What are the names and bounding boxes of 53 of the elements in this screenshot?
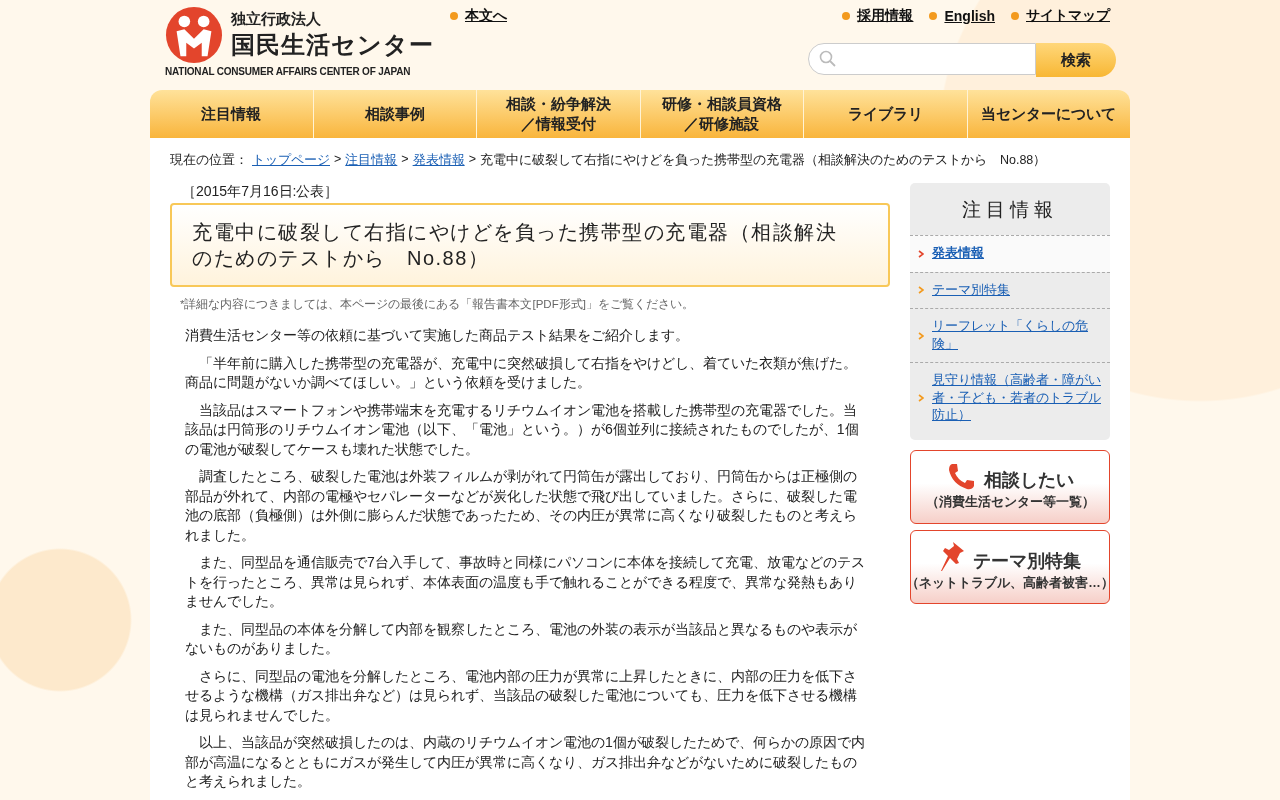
search-field[interactable] (808, 43, 1036, 75)
banner-button[interactable]: 相談したい （消費生活センター等一覧） (910, 449, 1110, 524)
skip-link[interactable]: 本文へ (465, 7, 507, 25)
chevron-icon (918, 331, 924, 340)
article-title: 充電中に破裂して右指にやけどを負った携帯型の充電器（相談解決のためのテストから No.88） (170, 203, 890, 287)
organization-english-name: NATIONAL CONSUMER AFFAIRS CENTER OF JAPAN (165, 66, 411, 77)
utility-link[interactable]: サイトマップ (1026, 7, 1110, 25)
nav-tab[interactable]: 注目情報 (150, 90, 313, 138)
paragraph: 以上、当該品が突然破損したのは、内蔵のリチウムイオン電池の1個が破裂したためで、何らかの原因で内部が高温になるとともにガスが発生して内圧が異常に高くなり、ガス排出弁などがないために破裂したものと考えられました。 (185, 733, 866, 791)
bullet-icon (1011, 12, 1019, 20)
nav-tab[interactable]: 相談・紛争解決 ／情報受付 (476, 90, 640, 138)
paragraph: 消費生活センター等の依頼に基づいて実施した商品テスト結果をご紹介します。 (185, 326, 690, 345)
organization-name: 国民生活センター (231, 29, 434, 60)
paragraph: また、同型品の本体を分解して内部を観察したところ、電池の外装の表示が当該品と異なるものや表示がないものがありました。 (185, 619, 858, 658)
publish-date: ［2015年7月16日:公表］ (181, 183, 340, 201)
paragraph: 調査したところ、破裂した電池は外装フィルムが剥がれて円筒缶が露出しており、円筒缶からは正極側の部品が外れて、内部の電極やセパレーターなどが炭化した状態で飛び出していました。さらに、破裂した電池の底部（負極側）は外側に膨らんだ状態であったため、その内圧が異常に高くなり破裂したものと考えられました。 (185, 467, 858, 545)
chevron-icon (918, 394, 924, 403)
breadcrumb-separator: > (401, 152, 409, 168)
sidebar-link[interactable]: 見守り情報（高齢者・障がい者・子ども・若者のトラブル防止） (932, 372, 1102, 425)
nav-tab[interactable]: ライブラリ (803, 90, 967, 138)
note-text: *詳細な内容につきましては、本ページの最後にある「報告書本文[PDF形式]」をご覧ください。 (180, 297, 695, 312)
sidebar-link[interactable]: 発表情報 (932, 245, 984, 263)
sidebar-heading: 注目情報 (961, 198, 1059, 222)
pushpin-icon (939, 541, 965, 573)
banner-button[interactable]: テーマ別特集 （ネットトラブル、高齢者被害…） (910, 529, 1110, 604)
nav-tab[interactable]: 当センターについて (966, 90, 1130, 138)
organization-type: 独立行政法人 (231, 9, 322, 29)
paragraph: 当該品はスマートフォンや携帯端末を充電するリチウムイオン電池を搭載した携帯型の充電器でした。当該品は円筒形のリチウムイオン電池（以下、「電池」という。）が6個並列に接続されたものでしたが、1個の電池が破裂してケースも壊れた状態でした。 (185, 400, 860, 459)
chevron-icon (918, 249, 924, 258)
phone-icon (946, 462, 976, 492)
paragraph: 「半年前に購入した携帯型の充電器が、充電中に突然破損して右指をやけどし、着ていた衣類が焦げた。商品に問題がないか調べてほしい。」という依頼を受けました。 (185, 353, 858, 392)
breadcrumb-link[interactable]: トップページ (252, 152, 330, 169)
search-button[interactable]: 検索 (1036, 43, 1116, 77)
bullet-icon (842, 12, 851, 20)
sidebar-link[interactable]: リーフレット「くらしの危険」 (932, 318, 1102, 353)
search-icon (819, 50, 837, 68)
utility-link[interactable]: 採用情報 (857, 7, 914, 25)
breadcrumb-current: 充電中に破裂して右指にやけどを負った携帯型の充電器（相談解決のためのテストから No.88） (479, 152, 1047, 169)
breadcrumb-separator: > (468, 152, 476, 168)
chevron-icon (918, 286, 924, 295)
paragraph: また、同型品を通信販売で7台入手して、事故時と同様にパソコンに本体を接続して充電、放電などのテストを行ったところ、異常は見られず、本体表面の温度も手で触れることができる程度で、異常な発熱もありませんでした。 (185, 553, 866, 611)
nav-tab[interactable]: 研修・相談員資格 ／研修施設 (639, 90, 803, 138)
breadcrumb-link[interactable]: 注目情報 (345, 152, 398, 169)
breadcrumb-separator: > (334, 152, 342, 168)
logo-icon (165, 6, 223, 64)
breadcrumb-label: 現在の位置： (170, 152, 248, 169)
nav-tab[interactable]: 相談事例 (312, 90, 476, 138)
bullet-icon (929, 12, 938, 20)
utility-link[interactable]: English (944, 8, 995, 24)
sidebar-link[interactable]: テーマ別特集 (932, 281, 1010, 299)
bullet-icon (450, 12, 458, 20)
paragraph: さらに、同型品の電池を分解したところ、電池内部の圧力が異常に上昇したときに、内部の圧力を低下させるような機構（ガス排出弁など）は見られず、当該品の破裂した電池についても、圧力を低下させる機構は見られませんでした。 (185, 666, 858, 725)
breadcrumb-link[interactable]: 発表情報 (412, 152, 465, 169)
